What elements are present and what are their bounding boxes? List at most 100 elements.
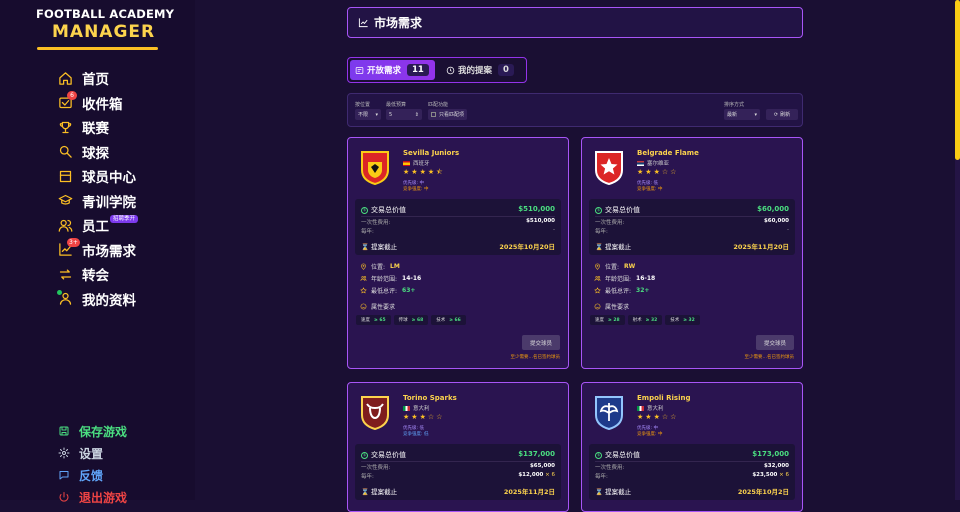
yearly-label: 每年: [595, 229, 608, 235]
list-icon [355, 66, 364, 74]
page-title: 市场需求 [374, 16, 423, 30]
scrollbar-track[interactable] [955, 0, 960, 500]
tab-open-requests[interactable]: 开放需求 11 [350, 60, 435, 80]
settings-button[interactable]: 设置 [58, 442, 127, 464]
star-outline-icon [360, 287, 367, 294]
players-icon [59, 170, 72, 182]
attr-chip: 射术 ≥ 32 [627, 315, 663, 325]
chat-icon [59, 471, 69, 480]
match-label: 匹配功能 [428, 102, 449, 108]
feedback-label: 反馈 [79, 468, 104, 483]
sidebar-item-market[interactable]: 3+ 市场需求 [58, 237, 136, 263]
sidebar-item-staff[interactable]: 员工 招聘季开 [58, 213, 139, 238]
divider [595, 216, 789, 217]
people-icon [360, 276, 367, 281]
deal-total-row: $ 交易总价值 $510,000 [361, 205, 555, 215]
yearly-label: 每年: [361, 229, 374, 235]
deal-total-value: $173,000 [752, 450, 789, 458]
main-nav: 首页 6 收件箱 联赛 球探 球员中心 青训学院 员工 招聘季开 3+ 市场需求… [57, 66, 139, 312]
deadline-label: 提案截止 [605, 487, 632, 496]
position-select[interactable]: 不限 ▾ [355, 109, 381, 120]
deal-total-title: $ 交易总价值 [595, 205, 640, 215]
min-rating-label: 最低总评: [371, 288, 398, 295]
sidebar-item-academy[interactable]: 青训学院 [58, 189, 136, 214]
sidebar-item-league[interactable]: 联赛 [58, 115, 136, 140]
yearly-label: 每年: [595, 474, 608, 480]
yearly-amount: $23,500 × 6 [752, 472, 789, 480]
club-crest-phoenix-icon [595, 396, 623, 431]
dollar-icon: $ [361, 451, 368, 459]
sidebar-item-home[interactable]: 首页 [58, 66, 136, 91]
italy-flag-icon [637, 405, 644, 411]
attr-chip: 速度 ≥ 28 [590, 315, 625, 325]
location-pin-icon [595, 263, 600, 270]
club-rating: ★ ★ ★ ★ ⯪ [403, 168, 443, 176]
age-row: 年龄范围: 16-18 [594, 274, 655, 283]
inbox-badge: 6 [67, 90, 77, 100]
divider [361, 461, 555, 462]
submit-player-button[interactable]: 提交球员 [522, 335, 560, 350]
one-time-label: 一次性费用: [595, 465, 625, 471]
attr-header: 属性要求 [594, 302, 629, 311]
submit-player-button[interactable]: 提交球员 [756, 335, 794, 350]
deal-summary: $ 交易总价值 $173,000 一次性费用: $32,000 每年: $23,500 … [589, 444, 795, 500]
star-icon: ★ [653, 413, 660, 421]
star-icon: ★ [645, 413, 652, 421]
one-time-row: 一次性费用: $510,000 [361, 218, 555, 226]
sidebar-item-profile[interactable]: 我的资料 [57, 287, 136, 312]
online-dot [57, 289, 62, 295]
sidebar-item-label: 联赛 [82, 121, 109, 138]
filter-bar: 按位置 不限 ▾ 最低预算 5 ⇕ 匹配功能 只看匹配项 排序方式 最新 ▾ ⟳ 刷新 [347, 93, 803, 127]
graduation-cap-icon [58, 195, 73, 205]
star-icon: ★ [403, 413, 410, 421]
competition: 竞争强度: 低 [403, 432, 429, 437]
star-icon: ★ [637, 168, 644, 176]
age-label: 年龄范围: [371, 276, 398, 283]
yearly-row: 每年: - [595, 227, 789, 235]
demand-card: Torino Sparks 意大利 ★ ★ ★ ☆ ☆ 优先级: 低 竞争强度: 低 $… [347, 382, 569, 512]
save-game-button[interactable]: 保存游戏 [58, 420, 127, 442]
tab-my-proposals[interactable]: 我的提案 0 [441, 60, 519, 80]
deadline-row: ⌛ 提案截止 2025年10月2日 [595, 484, 789, 497]
deal-total-row: $ 交易总价值 $137,000 [361, 450, 555, 460]
sidebar-item-scouting[interactable]: 球探 [58, 140, 136, 165]
deal-total-row: $ 交易总价值 $60,000 [595, 205, 789, 215]
sidebar-item-label: 市场需求 [82, 243, 136, 260]
sidebar-item-inbox[interactable]: 6 收件箱 [58, 90, 136, 116]
attr-list: 速度 ≥ 65 传球 ≥ 68 技术 ≥ 66 [356, 315, 466, 325]
save-game-label: 保存游戏 [79, 424, 128, 439]
sidebar-item-label: 我的资料 [82, 292, 136, 309]
deadline-row: ⌛ 提案截止 2025年11月2日 [361, 484, 555, 497]
sidebar: FOOTBALL ACADEMY MANAGER 首页 6 收件箱 联赛 球探 … [0, 0, 195, 505]
deal-total-title: $ 交易总价值 [361, 450, 406, 460]
yearly-value: $12,000 [518, 472, 544, 478]
logo-underline [37, 47, 158, 50]
one-time-row: 一次性费用: $65,000 [361, 463, 555, 471]
sidebar-item-label: 员工 [82, 219, 109, 236]
scrollbar-thumb[interactable] [955, 0, 960, 160]
spain-flag-icon [403, 160, 410, 166]
italy-flag-icon [403, 405, 410, 411]
attr-req-label: 属性要求 [371, 304, 396, 311]
attr-value: ≥ 68 [411, 318, 424, 323]
sidebar-item-players[interactable]: 球员中心 [58, 164, 136, 189]
refresh-label: 刷新 [780, 112, 791, 118]
quit-game-button[interactable]: 退出游戏 [58, 486, 127, 508]
yearly-row: 每年: - [361, 227, 555, 235]
sidebar-bottom: 保存游戏 设置 反馈 退出游戏 [58, 420, 127, 508]
clock-icon [446, 66, 455, 74]
refresh-button[interactable]: ⟳ 刷新 [766, 109, 798, 120]
sort-label: 排序方式 [724, 102, 745, 108]
match-only-toggle[interactable]: 只看匹配项 [428, 109, 468, 120]
feedback-button[interactable]: 反馈 [58, 464, 127, 486]
min-budget-input[interactable]: 5 ⇕ [386, 109, 422, 120]
club-rating: ★ ★ ★ ☆ ☆ [637, 168, 676, 176]
attr-name: 技术 [436, 318, 446, 323]
attr-name: 技术 [670, 318, 680, 323]
sidebar-item-transfer[interactable]: 转会 [58, 262, 136, 287]
one-time-label: 一次性费用: [361, 220, 391, 226]
sort-select[interactable]: 最新 ▾ [724, 109, 760, 120]
divider [595, 461, 789, 462]
stepper-icon: ⇕ [414, 111, 419, 118]
refresh-icon: ⟳ [773, 111, 779, 118]
